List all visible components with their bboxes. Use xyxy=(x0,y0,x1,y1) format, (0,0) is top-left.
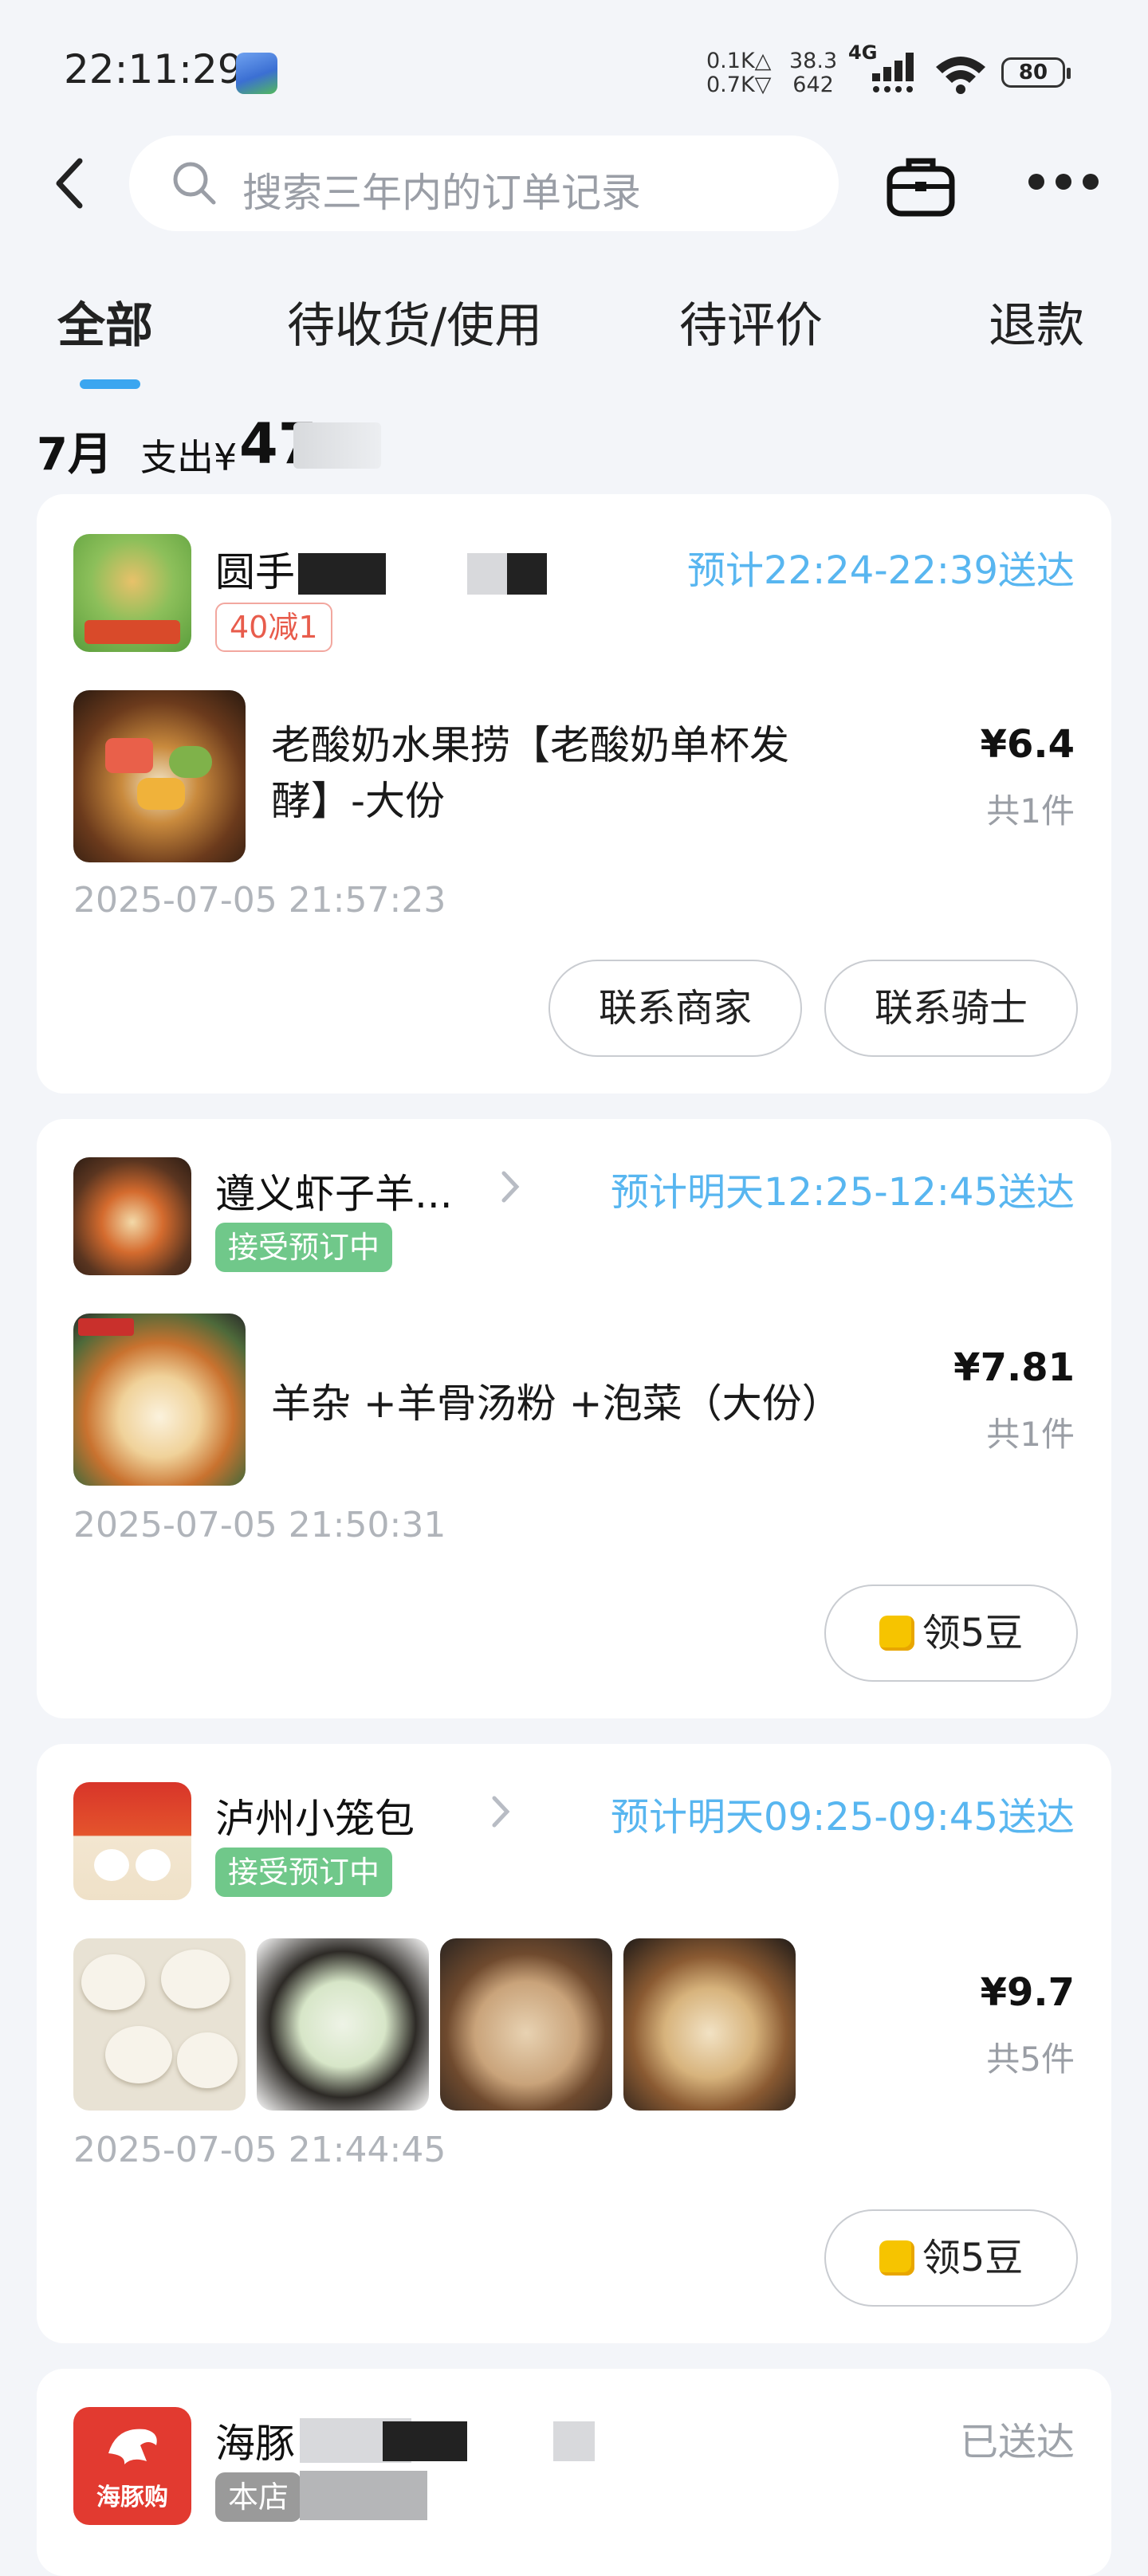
delivery-eta: 预计明天09:25-09:45送达 xyxy=(611,1795,1075,1840)
redaction-block xyxy=(298,553,386,595)
shop-name[interactable]: 海豚 xyxy=(215,2412,295,2469)
store-tag: 本店 xyxy=(215,2472,302,2522)
contact-rider-button[interactable]: 联系骑士 xyxy=(824,960,1078,1057)
redaction-block xyxy=(300,2471,427,2520)
promo-tag: 40减1 xyxy=(215,603,332,652)
delivery-status: 已送达 xyxy=(959,2420,1075,2464)
item-image[interactable] xyxy=(73,690,246,862)
status-tag: 接受预订中 xyxy=(215,1223,393,1272)
tab-pending-receipt[interactable]: 待收货/使用 xyxy=(287,287,542,356)
redaction-block xyxy=(553,2421,595,2461)
search-placeholder: 搜索三年内的订单记录 xyxy=(242,170,641,216)
more-options-icon[interactable] xyxy=(1028,174,1099,193)
net-up-speed: 0.1K△ xyxy=(706,49,772,73)
order-price: ¥7.81 xyxy=(953,1345,1075,1390)
net-stat-b: 642 xyxy=(792,73,834,97)
dolphin-logo-icon xyxy=(108,2429,157,2464)
claim-beans-label: 领5豆 xyxy=(922,2236,1024,2280)
bean-coin-icon xyxy=(879,2240,914,2276)
claim-beans-label: 领5豆 xyxy=(922,1611,1024,1655)
order-timestamp: 2025-07-05 21:50:31 xyxy=(73,1505,446,1545)
back-arrow-icon[interactable] xyxy=(46,151,94,215)
order-card[interactable]: 遵义虾子羊... 接受预订中 预计明天12:25-12:45送达 羊杂 +羊骨汤… xyxy=(37,1119,1111,1718)
shop-logo[interactable] xyxy=(73,534,191,652)
shop-logo[interactable]: 海豚购 xyxy=(73,2407,191,2525)
delivery-eta: 预计22:24-22:39送达 xyxy=(687,548,1075,593)
shop-name[interactable]: 泸州小笼包 xyxy=(215,1787,415,1844)
battery-indicator: 80 xyxy=(1001,57,1071,88)
tab-refund[interactable]: 退款 xyxy=(989,287,1084,356)
order-card[interactable]: 海豚购 海豚 本店 已送达 xyxy=(37,2369,1111,2576)
month-label: 7月 xyxy=(37,429,112,481)
redaction-block xyxy=(467,553,507,595)
spend-label: 支出¥ xyxy=(140,436,238,479)
item-title-line2[interactable]: 酵】-大份 xyxy=(271,773,445,829)
wifi-icon xyxy=(936,57,985,94)
shop-name[interactable]: 圆手 xyxy=(215,540,295,598)
order-timestamp: 2025-07-05 21:44:45 xyxy=(73,2130,446,2170)
search-icon xyxy=(173,162,216,205)
item-image[interactable] xyxy=(623,1938,796,2111)
order-card[interactable]: 圆手 40减1 预计22:24-22:39送达 老酸奶水果捞【老酸奶单杯发 酵】… xyxy=(37,494,1111,1094)
gallery-app-icon xyxy=(236,53,277,94)
network-stats: 38.3 642 xyxy=(789,49,837,97)
item-title[interactable]: 老酸奶水果捞【老酸奶单杯发 xyxy=(271,717,789,773)
shop-logo[interactable] xyxy=(73,1782,191,1900)
status-time: 22:11:29 xyxy=(64,46,243,92)
claim-beans-button[interactable]: 领5豆 xyxy=(824,2209,1078,2307)
delivery-eta: 预计明天12:25-12:45送达 xyxy=(611,1170,1075,1215)
item-count: 共1件 xyxy=(986,1415,1075,1454)
item-count: 共5件 xyxy=(986,2040,1075,2079)
order-price: ¥9.7 xyxy=(980,1970,1075,2015)
order-tabs: 全部 待收货/使用 待评价 退款 xyxy=(0,287,1148,391)
net-stat-a: 38.3 xyxy=(789,49,838,73)
status-tag: 接受预订中 xyxy=(215,1848,393,1897)
tab-pending-review[interactable]: 待评价 xyxy=(679,287,823,356)
shop-logo[interactable] xyxy=(73,1157,191,1275)
shop-logo-text: 海豚购 xyxy=(96,2484,168,2511)
order-timestamp: 2025-07-05 21:57:23 xyxy=(73,880,446,921)
contact-merchant-button[interactable]: 联系商家 xyxy=(548,960,802,1057)
chevron-right-icon[interactable] xyxy=(489,1792,513,1832)
shop-name[interactable]: 遵义虾子羊... xyxy=(215,1162,453,1219)
redaction-block xyxy=(507,553,547,595)
item-image[interactable] xyxy=(73,1938,246,2111)
item-image[interactable] xyxy=(73,1314,246,1486)
order-price: ¥6.4 xyxy=(980,722,1075,767)
spend-amount-redacted xyxy=(293,422,381,469)
signal-icon xyxy=(872,53,914,92)
network-speed: 0.1K△ 0.7K▽ xyxy=(706,49,771,97)
briefcase-icon[interactable] xyxy=(885,151,957,218)
item-count: 共1件 xyxy=(986,791,1075,831)
status-bar: 22:11:29 0.1K△ 0.7K▽ 38.3 642 4G 80 xyxy=(0,0,1148,143)
tab-all[interactable]: 全部 xyxy=(57,287,153,356)
bean-coin-icon xyxy=(879,1616,914,1651)
redaction-block xyxy=(383,2421,467,2461)
item-image[interactable] xyxy=(257,1938,429,2111)
net-down-speed: 0.7K▽ xyxy=(706,73,772,97)
active-tab-indicator xyxy=(80,379,140,389)
order-card[interactable]: 泸州小笼包 接受预订中 预计明天09:25-09:45送达 ¥9.7 共5件 2… xyxy=(37,1744,1111,2343)
claim-beans-button[interactable]: 领5豆 xyxy=(824,1584,1078,1682)
chevron-right-icon[interactable] xyxy=(499,1167,523,1207)
search-input[interactable]: 搜索三年内的订单记录 xyxy=(129,135,839,231)
item-image[interactable] xyxy=(440,1938,612,2111)
item-title[interactable]: 羊杂 +羊骨汤粉 +泡菜（大份） xyxy=(271,1376,842,1431)
